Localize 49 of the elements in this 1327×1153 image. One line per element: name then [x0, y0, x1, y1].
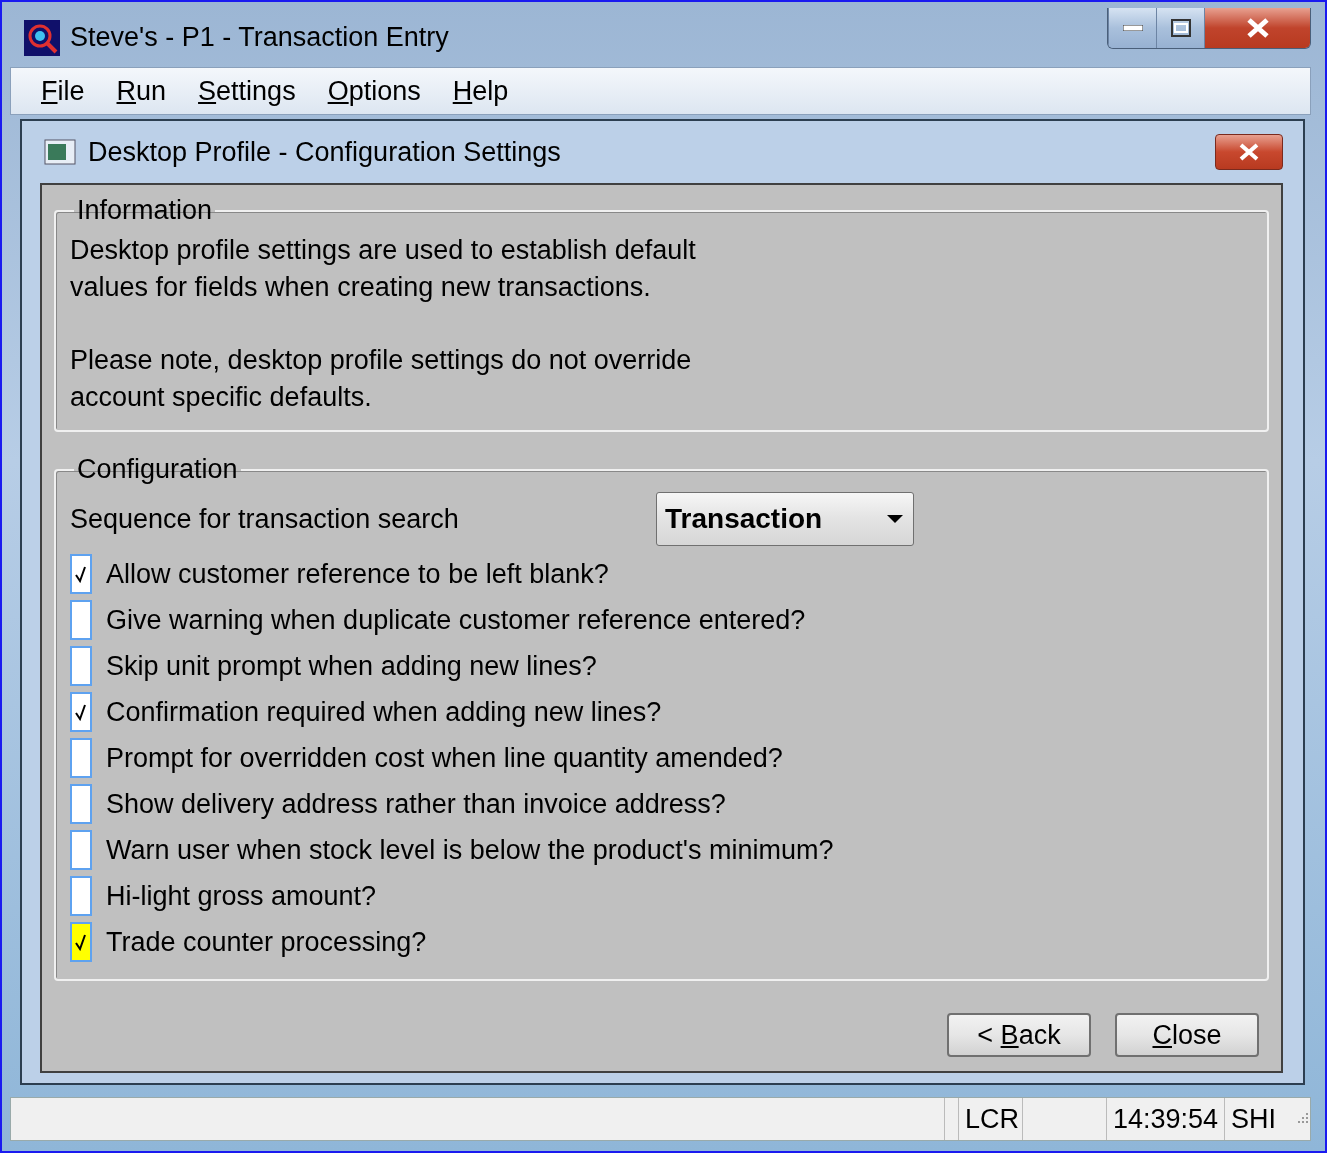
close-button[interactable] [1204, 8, 1310, 48]
menu-item[interactable]: Settings [198, 75, 296, 107]
maximize-button[interactable] [1156, 8, 1204, 48]
checkmark-icon [75, 933, 87, 951]
checkbox[interactable] [70, 922, 92, 962]
status-cell: LCR [958, 1098, 1022, 1140]
menu-item[interactable]: Help [452, 75, 509, 107]
field-label: Sequence for transaction search [70, 503, 460, 535]
checkbox[interactable] [70, 646, 92, 686]
menu-item[interactable]: Run [116, 75, 167, 107]
checkbox-label: Give warning when duplicate customer reference entered? [106, 604, 806, 636]
checkbox-label: Warn user when stock level is below the product's minimum? [106, 834, 834, 866]
status-cell: SHI [1224, 1098, 1310, 1140]
info-text: Desktop profile settings are used to establish default values for fields when creating new transactions. [70, 234, 697, 304]
checkbox[interactable] [70, 830, 92, 870]
checkbox[interactable] [70, 784, 92, 824]
window-title: Steve's - P1 - Transaction Entry [70, 22, 450, 54]
checkbox-label: Confirmation required when adding new lines? [106, 696, 662, 728]
checkbox[interactable] [70, 692, 92, 732]
menu-item[interactable]: File [41, 75, 85, 107]
checkmark-icon [75, 703, 87, 721]
group-title: Configuration [76, 454, 239, 485]
checkbox[interactable] [70, 876, 92, 916]
checkbox-label: Skip unit prompt when adding new lines? [106, 650, 597, 682]
caret-icon [887, 515, 903, 523]
minimize-button[interactable] [1108, 8, 1156, 48]
dialog-title: Desktop Profile - Configuration Settings [88, 136, 562, 168]
close-button[interactable] [1215, 134, 1283, 170]
checkbox-label: Trade counter processing? [106, 926, 427, 958]
checkbox-label: Prompt for overridden cost when line quantity amended? [106, 742, 783, 774]
minimize-icon [1122, 25, 1143, 31]
checkbox-label: Allow customer reference to be left blank? [106, 558, 609, 590]
info-text: Please note, desktop profile settings do not override account specific defaults. [70, 344, 693, 414]
status-cell: 14:39:54 [1106, 1098, 1224, 1140]
checkbox[interactable] [70, 554, 92, 594]
close-icon [1237, 143, 1261, 161]
window-icon [44, 139, 76, 165]
menu-item[interactable]: Options [327, 75, 421, 107]
close-dialog-button[interactable]: Close [1115, 1013, 1259, 1057]
maximize-icon [1170, 19, 1191, 37]
checkbox[interactable] [70, 600, 92, 640]
checkbox-label: Show delivery address rather than invoice address? [106, 788, 726, 820]
checkmark-icon [75, 565, 87, 583]
sequence-dropdown[interactable]: Transaction [656, 492, 914, 546]
checkbox-label: Hi-light gross amount? [106, 880, 377, 912]
group-title: Information [76, 195, 214, 226]
back-button[interactable]: < Back [947, 1013, 1091, 1057]
app-icon [24, 19, 60, 56]
checkbox[interactable] [70, 738, 92, 778]
